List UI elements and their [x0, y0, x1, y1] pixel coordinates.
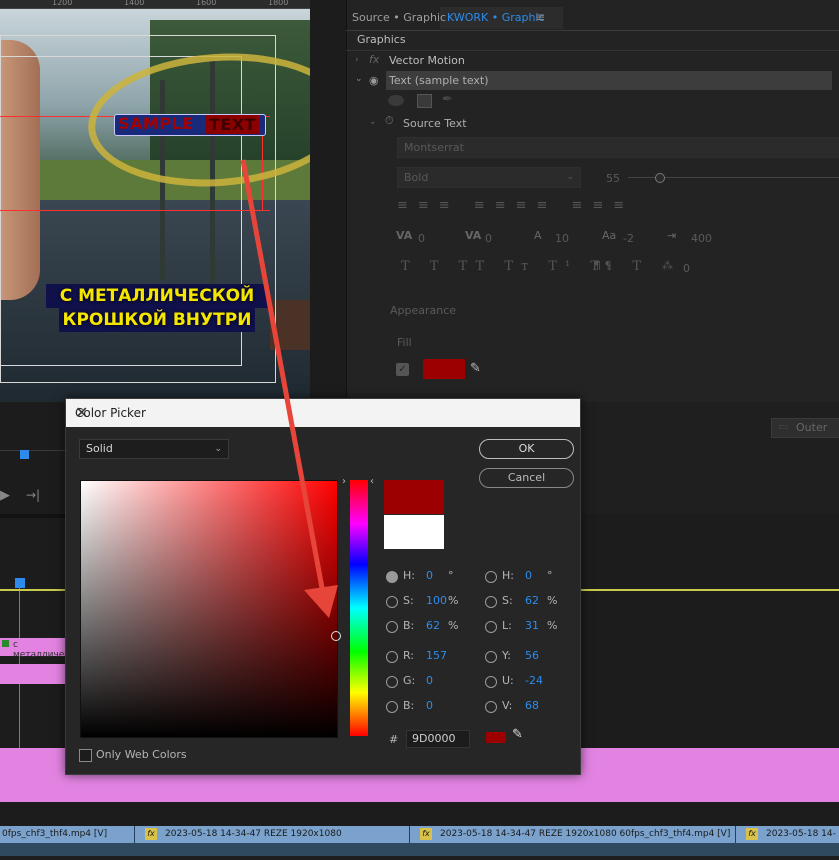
- arrow-head: [304, 585, 338, 618]
- arrow-shaft: [240, 159, 325, 589]
- annotation-arrow: [240, 159, 338, 618]
